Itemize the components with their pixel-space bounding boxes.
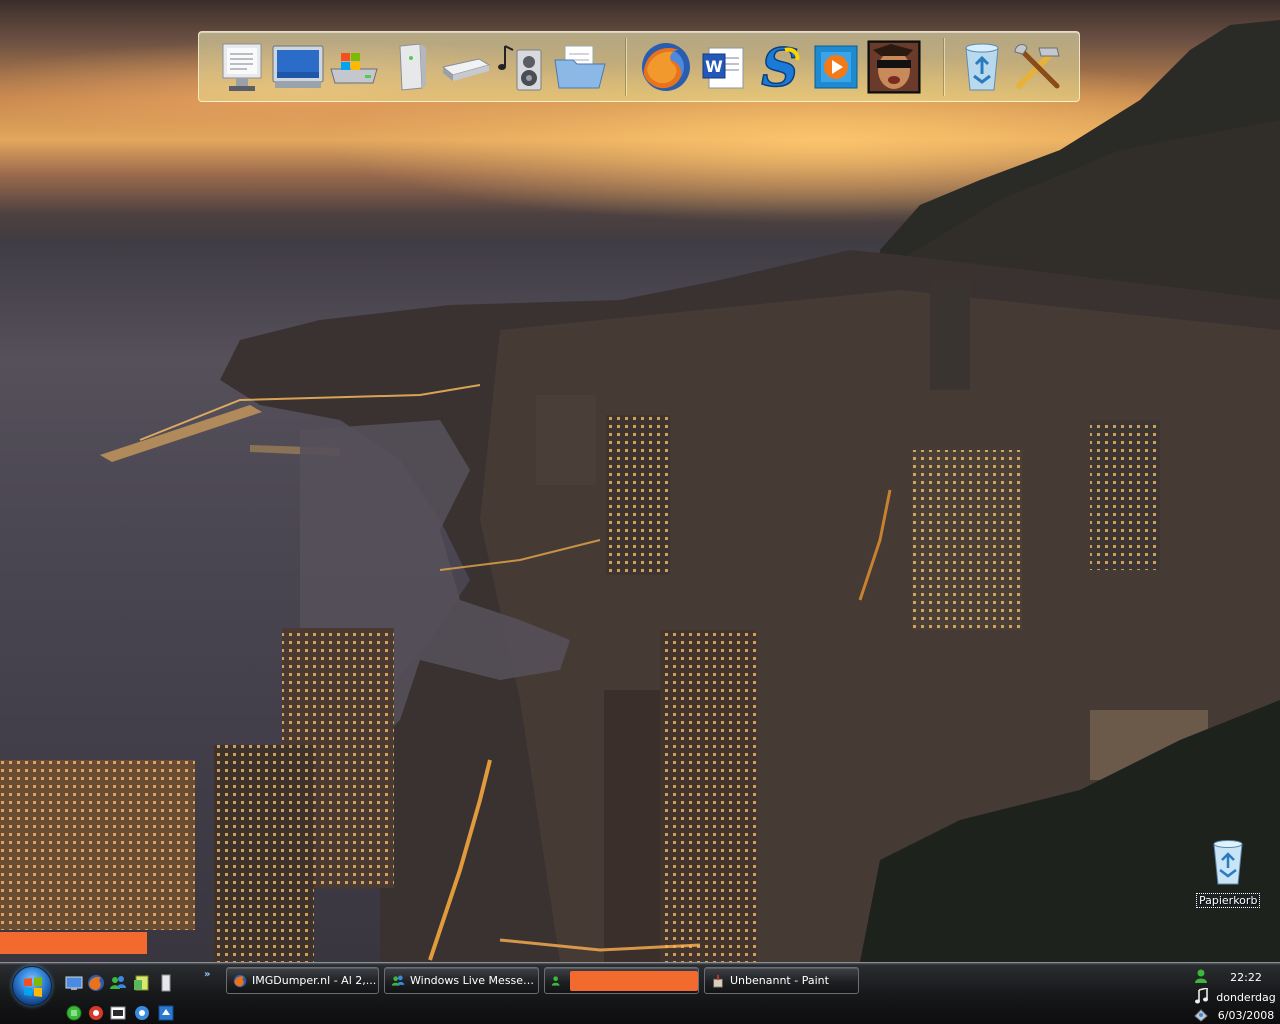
svg-text:S: S	[761, 40, 799, 94]
task-label: IMGDumper.nl - Al 2,...	[252, 974, 377, 987]
desktop-recycle-bin[interactable]: Papierkorb	[1196, 838, 1261, 908]
desktop-wallpaper	[0, 0, 1280, 962]
system-tray: 22:22 donderdag 6/03/2008	[1186, 965, 1280, 1023]
notes-icon[interactable]	[132, 973, 152, 993]
firefox-icon[interactable]	[86, 973, 106, 993]
task-button-messenger[interactable]: Windows Live Messen...	[384, 967, 539, 994]
my-computer-icon[interactable]	[271, 40, 325, 94]
svg-text:W: W	[705, 57, 723, 76]
drive-icon[interactable]	[156, 973, 176, 993]
music-folder-icon[interactable]	[495, 40, 549, 94]
update-icon[interactable]	[156, 1003, 176, 1023]
media-player-icon[interactable]	[809, 40, 863, 94]
task-button-paint[interactable]: Unbenannt - Paint	[704, 967, 859, 994]
tower-drive-icon[interactable]	[383, 40, 437, 94]
messenger-icon	[390, 973, 406, 989]
redacted-area	[570, 970, 698, 991]
documents-folder-icon[interactable]	[553, 40, 607, 94]
clock-date: 6/03/2008	[1217, 1009, 1275, 1022]
messenger-icon[interactable]	[108, 973, 128, 993]
clock-time[interactable]: 22:22	[1214, 971, 1278, 984]
dock-separator	[625, 38, 626, 96]
taskbar: » IMGDumper.nl - Al 2,... Windows Live M…	[0, 962, 1280, 1024]
dock-separator	[943, 38, 944, 96]
music-note-icon[interactable]	[1192, 987, 1210, 1005]
clock-day: donderdag	[1216, 991, 1276, 1004]
city-illustration	[0, 20, 1280, 962]
task-button-redacted[interactable]	[544, 967, 699, 994]
recycle-bin-icon	[1213, 840, 1243, 885]
app-dock: W S	[198, 31, 1080, 102]
s-app-icon[interactable]: S	[753, 40, 807, 94]
quick-launch-bar	[62, 967, 212, 1023]
recycle-bin-label: Papierkorb	[1196, 893, 1261, 908]
paint-icon	[710, 973, 726, 989]
windows-drive-icon[interactable]	[327, 40, 381, 94]
messenger-icon	[550, 973, 566, 989]
messenger-status-icon[interactable]	[1192, 967, 1210, 985]
firefox-icon[interactable]	[639, 40, 693, 94]
task-label: Unbenannt - Paint	[730, 974, 829, 987]
media-app-icon[interactable]	[86, 1003, 106, 1023]
word-icon[interactable]: W	[697, 40, 751, 94]
redacted-area	[0, 932, 147, 954]
show-desktop-icon[interactable]	[64, 973, 84, 993]
terminal-icon[interactable]	[108, 1003, 128, 1023]
recycle-bin-icon[interactable]	[955, 40, 1009, 94]
network-status-icon[interactable]	[1192, 1005, 1210, 1023]
windows-logo-icon	[24, 977, 42, 997]
removable-drive-icon[interactable]	[439, 40, 493, 94]
control-panel-icon[interactable]	[215, 40, 269, 94]
tools-icon[interactable]	[1011, 40, 1065, 94]
task-button-imgdumper[interactable]: IMGDumper.nl - Al 2,...	[226, 967, 379, 994]
quick-launch-more-button[interactable]: »	[204, 969, 210, 980]
network-icon[interactable]	[132, 1003, 152, 1023]
firefox-icon	[232, 973, 248, 989]
game-avatar-icon[interactable]	[867, 40, 921, 94]
start-button[interactable]	[12, 966, 52, 1006]
task-label: Windows Live Messen...	[410, 974, 538, 987]
green-app-icon[interactable]	[64, 1003, 84, 1023]
